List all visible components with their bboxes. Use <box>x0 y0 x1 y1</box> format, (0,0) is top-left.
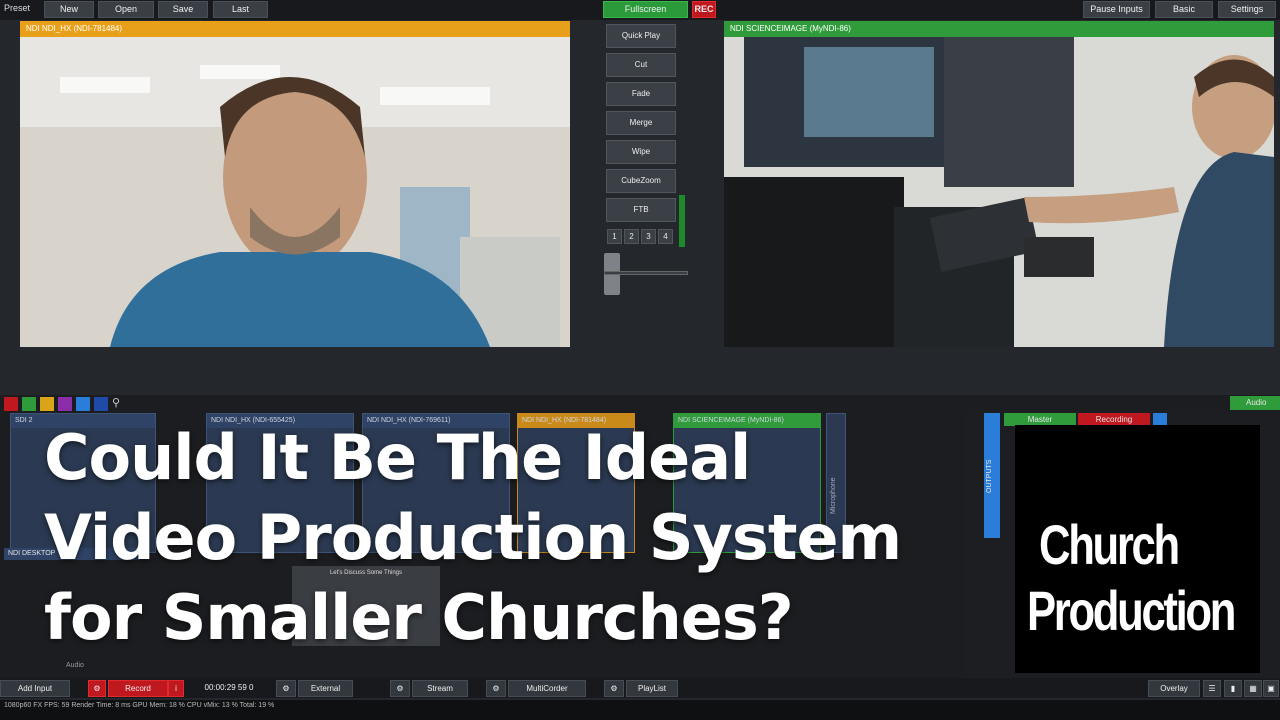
record-button[interactable]: Record <box>108 680 168 697</box>
pause-inputs-button[interactable]: Pause Inputs <box>1083 1 1150 18</box>
color-filter-purple[interactable] <box>58 397 72 411</box>
external-gear-icon[interactable]: ⚙ <box>276 680 296 697</box>
last-button[interactable]: Last <box>213 1 268 18</box>
wipe-button[interactable]: Wipe <box>606 140 676 164</box>
color-filter-blue[interactable] <box>76 397 90 411</box>
record-settings-gear-icon[interactable]: ⚙ <box>88 680 106 697</box>
preview-pane[interactable]: NDI NDI_HX (NDI-781484) <box>20 21 570 347</box>
stream-gear-icon[interactable]: ⚙ <box>390 680 410 697</box>
preset-label: Preset <box>4 3 31 13</box>
headline-line-3: for Smaller Churches? <box>44 581 794 654</box>
preview-title: NDI NDI_HX (NDI-781484) <box>20 21 570 37</box>
bottom-toolbar: Add Input ⚙ Record i 00:00:29 59 0 ⚙ Ext… <box>0 678 1280 698</box>
outputs-tab[interactable]: OUTPUTS <box>984 413 1000 538</box>
fullscreen-icon[interactable]: ▣ <box>1263 680 1279 697</box>
quick-play-button[interactable]: Quick Play <box>606 24 676 48</box>
transition-1-button[interactable]: 1 <box>607 229 622 244</box>
cubezoom-button[interactable]: CubeZoom <box>606 169 676 193</box>
color-filter-yellow[interactable] <box>40 397 54 411</box>
settings-button[interactable]: Settings <box>1218 1 1276 18</box>
ftb-button[interactable]: FTB <box>606 198 676 222</box>
transition-4-button[interactable]: 4 <box>658 229 673 244</box>
meters-icon[interactable]: ▮ <box>1224 680 1242 697</box>
add-input-button[interactable]: Add Input <box>0 680 70 697</box>
search-icon[interactable]: ⚲ <box>112 396 120 409</box>
preview-video <box>20 37 570 347</box>
merge-button[interactable]: Merge <box>606 111 676 135</box>
color-filter-red[interactable] <box>4 397 18 411</box>
headline-line-1: Could It Be The Ideal <box>44 421 751 494</box>
brand-line-2: Production <box>1027 579 1236 642</box>
headline-overlay: Could It Be The Ideal Video Production S… <box>44 418 964 658</box>
output-pane[interactable]: NDI SCIENCEIMAGE (MyNDI-86) <box>724 21 1274 347</box>
outputs-tab-label: OUTPUTS <box>986 459 993 493</box>
basic-button[interactable]: Basic <box>1155 1 1213 18</box>
fade-button[interactable]: Fade <box>606 82 676 106</box>
church-production-logo: Church Production <box>1015 425 1260 673</box>
save-button[interactable]: Save <box>158 1 208 18</box>
audio-meter <box>679 195 685 247</box>
new-button[interactable]: New <box>44 1 94 18</box>
color-filter-navy[interactable] <box>94 397 108 411</box>
record-info-icon[interactable]: i <box>168 680 184 697</box>
external-button[interactable]: External <box>298 680 353 697</box>
playlist-gear-icon[interactable]: ⚙ <box>604 680 624 697</box>
transition-2-button[interactable]: 2 <box>624 229 639 244</box>
output-title: NDI SCIENCEIMAGE (MyNDI-86) <box>724 21 1274 37</box>
fullscreen-button[interactable]: Fullscreen <box>603 1 688 18</box>
vmix-window: Preset New Open Save Last Fullscreen REC… <box>0 0 1280 720</box>
status-bar: 1080p60 FX FPS: 59 Render Time: 8 ms GPU… <box>0 700 1280 720</box>
headline-line-2: Video Production System <box>44 501 902 574</box>
output-video <box>724 37 1274 347</box>
multicorder-button[interactable]: MultiCorder <box>508 680 586 697</box>
list-view-icon[interactable]: ☰ <box>1203 680 1221 697</box>
audio-label: Audio <box>66 662 84 669</box>
t-bar-track[interactable] <box>604 271 688 275</box>
cut-button[interactable]: Cut <box>606 53 676 77</box>
transition-3-button[interactable]: 3 <box>641 229 656 244</box>
open-button[interactable]: Open <box>98 1 154 18</box>
color-filter-green[interactable] <box>22 397 36 411</box>
brand-line-1: Church <box>1039 513 1180 576</box>
playlist-button[interactable]: PlayList <box>626 680 678 697</box>
grid-view-icon[interactable]: ▦ <box>1244 680 1262 697</box>
stream-button[interactable]: Stream <box>412 680 468 697</box>
record-timecode: 00:00:29 59 0 <box>192 680 266 697</box>
multicorder-gear-icon[interactable]: ⚙ <box>486 680 506 697</box>
rec-button[interactable]: REC <box>692 1 716 18</box>
overlay-button[interactable]: Overlay <box>1148 680 1200 697</box>
audio-toggle[interactable]: Audio <box>1230 396 1280 410</box>
top-toolbar: Preset New Open Save Last Fullscreen REC… <box>0 0 1280 20</box>
